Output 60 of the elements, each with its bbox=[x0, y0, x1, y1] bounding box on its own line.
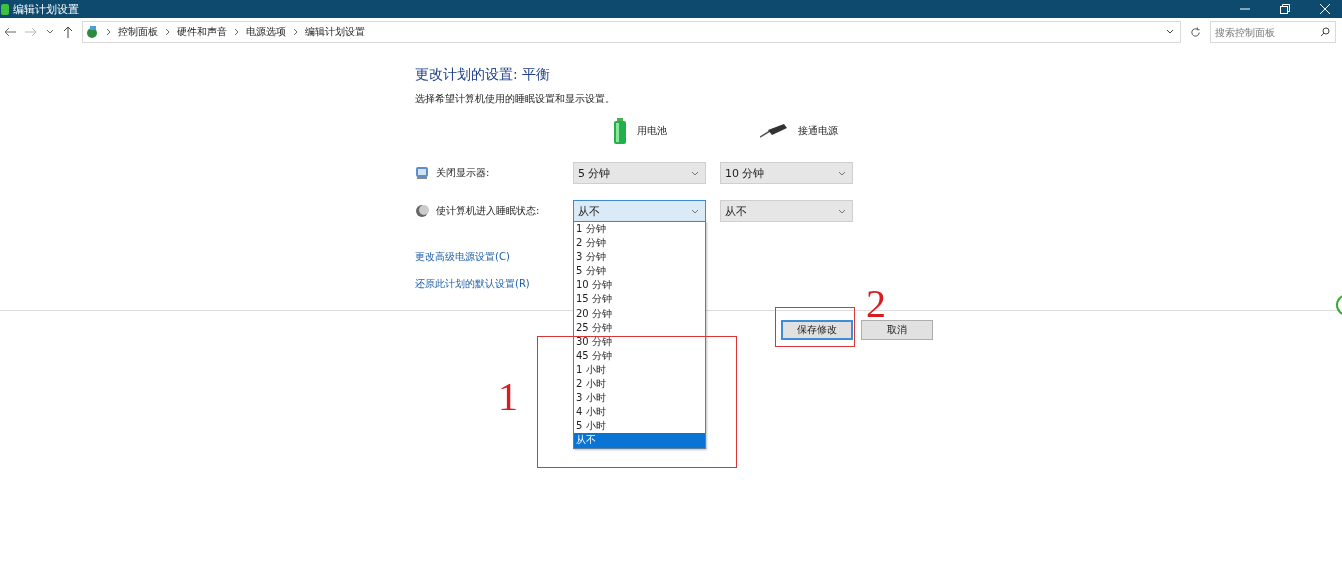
dialog-button[interactable]: 保存修改 bbox=[781, 320, 853, 340]
close-icon[interactable] bbox=[1320, 4, 1330, 14]
battery-dropdown[interactable]: 5 分钟 bbox=[573, 162, 706, 184]
breadcrumb[interactable]: 硬件和声音 bbox=[177, 25, 227, 39]
refresh-icon[interactable] bbox=[1190, 26, 1201, 38]
dropdown-option[interactable]: 2 小时 bbox=[574, 377, 705, 392]
dropdown-option[interactable]: 3 小时 bbox=[574, 391, 705, 406]
dropdown-option[interactable]: 2 分钟 bbox=[574, 236, 705, 251]
plugged-in-dropdown[interactable]: 10 分钟 bbox=[720, 162, 853, 184]
chevron-down-icon bbox=[691, 208, 699, 214]
dropdown-option[interactable]: 10 分钟 bbox=[574, 278, 705, 293]
battery-dropdown[interactable]: 从不 bbox=[573, 200, 706, 222]
dropdown-option[interactable]: 3 分钟 bbox=[574, 250, 705, 265]
dropdown-option[interactable]: 20 分钟 bbox=[574, 306, 705, 321]
chevron-icon bbox=[234, 28, 239, 36]
dropdown-option[interactable]: 5 分钟 bbox=[574, 264, 705, 279]
dropdown-icon[interactable] bbox=[1166, 29, 1174, 35]
settings-link[interactable]: 还原此计划的默认设置(R) bbox=[415, 277, 530, 291]
chevron-down-icon bbox=[691, 170, 699, 176]
dropdown-option[interactable]: 1 小时 bbox=[574, 362, 705, 378]
setting-label: 关闭显示器: bbox=[436, 166, 490, 180]
annotation-number: 1 bbox=[498, 375, 518, 419]
dropdown-option[interactable]: 1 分钟 bbox=[574, 222, 705, 237]
monitor-icon bbox=[415, 166, 429, 180]
column-label: 接通电源 bbox=[798, 124, 838, 138]
control-panel-icon bbox=[85, 25, 99, 39]
dropdown-option[interactable]: 从不 bbox=[574, 433, 705, 448]
dropdown-icon[interactable] bbox=[46, 29, 54, 35]
search-field[interactable]: 搜索控制面板 bbox=[1210, 21, 1336, 43]
dropdown-option[interactable]: 45 分钟 bbox=[574, 348, 705, 363]
setting-label: 使计算机进入睡眠状态: bbox=[436, 204, 540, 218]
dropdown-option[interactable]: 4 小时 bbox=[574, 405, 705, 420]
restore-icon[interactable] bbox=[1280, 4, 1290, 14]
dropdown-option[interactable]: 30 分钟 bbox=[574, 334, 705, 349]
address-bar[interactable]: 控制面板 硬件和声音 电源选项 编辑计划设置 bbox=[82, 21, 1181, 43]
dropdown-option[interactable]: 5 小时 bbox=[574, 419, 705, 434]
chevron-icon bbox=[293, 28, 298, 36]
page-heading: 更改计划的设置: 平衡 bbox=[415, 66, 552, 84]
plugged-in-dropdown[interactable]: 从不 bbox=[720, 200, 853, 222]
app-icon bbox=[0, 2, 10, 16]
chevron-icon bbox=[165, 28, 170, 36]
plug-icon bbox=[760, 124, 788, 138]
chevron-down-icon bbox=[838, 208, 846, 214]
dropdown-option[interactable]: 25 分钟 bbox=[574, 320, 705, 335]
search-icon bbox=[1320, 27, 1330, 37]
description: 选择希望计算机使用的睡眠设置和显示设置。 bbox=[415, 92, 616, 106]
moon-icon bbox=[415, 204, 429, 218]
battery-icon bbox=[613, 118, 627, 144]
up-icon[interactable] bbox=[63, 26, 73, 38]
breadcrumb[interactable]: 电源选项 bbox=[246, 25, 286, 39]
window-title: 编辑计划设置 bbox=[13, 1, 79, 17]
chevron-icon bbox=[106, 28, 111, 36]
column-label: 用电池 bbox=[637, 124, 667, 138]
dropdown-option[interactable]: 15 分钟 bbox=[574, 292, 705, 307]
settings-link[interactable]: 更改高级电源设置(C) bbox=[415, 250, 510, 264]
breadcrumb[interactable]: 编辑计划设置 bbox=[305, 25, 365, 39]
dialog-button[interactable]: 取消 bbox=[861, 320, 933, 340]
breadcrumb[interactable]: 控制面板 bbox=[118, 25, 158, 39]
back-icon[interactable] bbox=[4, 27, 16, 37]
chevron-down-icon bbox=[838, 170, 846, 176]
